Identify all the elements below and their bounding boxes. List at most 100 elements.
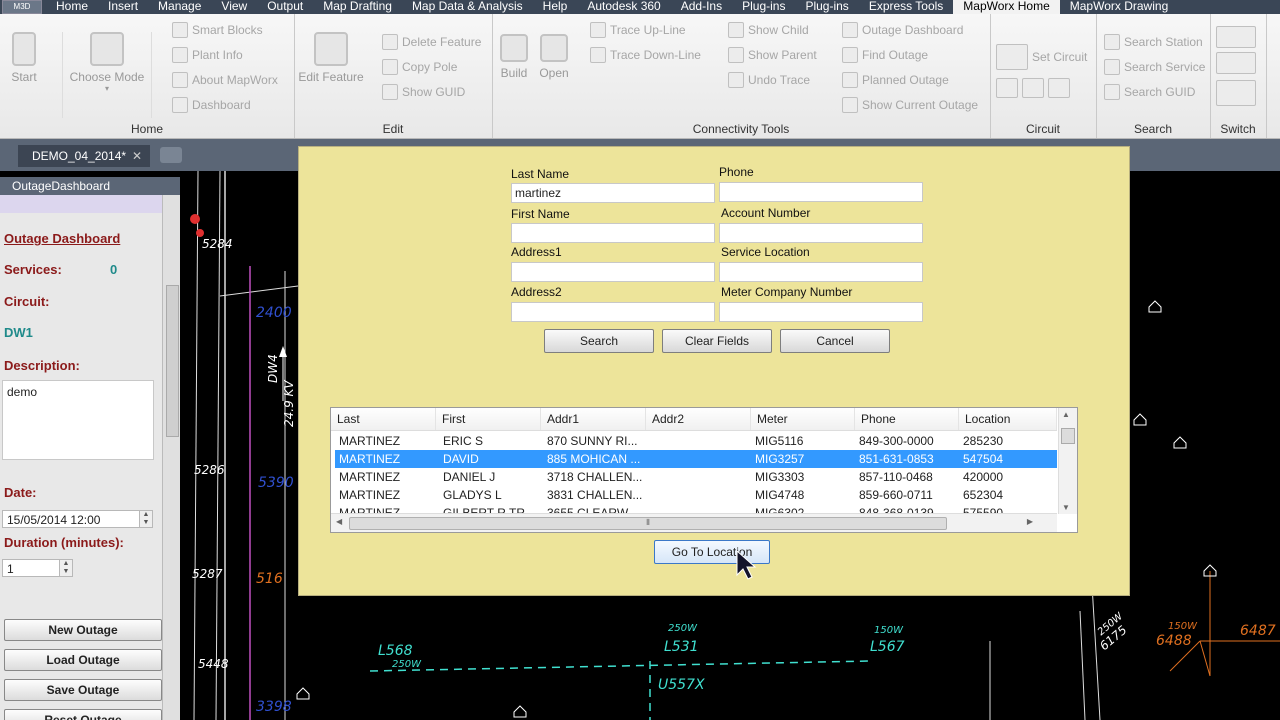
address1-label: Address1 bbox=[511, 245, 562, 259]
date-field[interactable]: 15/05/2014 12:00 bbox=[2, 510, 140, 528]
menu-help[interactable]: Help bbox=[533, 0, 578, 14]
description-label: Description: bbox=[4, 358, 80, 373]
switch-tool-3-button[interactable] bbox=[1216, 80, 1256, 106]
menu-plugins-2[interactable]: Plug-ins bbox=[795, 0, 858, 14]
menu-addins[interactable]: Add-Ins bbox=[671, 0, 732, 14]
scroll-up-icon[interactable]: ▲ bbox=[1062, 410, 1070, 419]
column-header-phone[interactable]: Phone bbox=[855, 408, 959, 430]
menu-mapworx-home[interactable]: MapWorx Home bbox=[953, 0, 1060, 14]
clear-fields-button[interactable]: Clear Fields bbox=[662, 329, 772, 353]
planned-outage-button[interactable]: Planned Outage bbox=[842, 72, 949, 88]
duration-spinner[interactable]: ▲ ▼ bbox=[59, 559, 73, 577]
duration-field[interactable]: 1 bbox=[2, 559, 60, 577]
address1-input[interactable] bbox=[511, 262, 715, 282]
circuit-tool-2-button[interactable] bbox=[1022, 78, 1044, 98]
column-header-first[interactable]: First bbox=[436, 408, 541, 430]
edit-feature-button[interactable]: Edit Feature bbox=[298, 32, 364, 84]
save-outage-button[interactable]: Save Outage bbox=[4, 679, 162, 701]
show-current-outage-button[interactable]: Show Current Outage bbox=[842, 97, 978, 113]
trace-up-button[interactable]: Trace Up-Line bbox=[590, 22, 686, 38]
last-name-input[interactable]: martinez bbox=[511, 183, 715, 203]
dashboard-button[interactable]: Dashboard bbox=[172, 97, 251, 113]
column-header-last[interactable]: Last bbox=[331, 408, 436, 430]
new-outage-button[interactable]: New Outage bbox=[4, 619, 162, 641]
scroll-left-icon[interactable]: ◀ bbox=[336, 517, 342, 526]
scroll-down-icon[interactable]: ▼ bbox=[1062, 503, 1070, 512]
show-child-button[interactable]: Show Child bbox=[728, 22, 809, 38]
menu-output[interactable]: Output bbox=[257, 0, 313, 14]
column-header-meter[interactable]: Meter bbox=[751, 408, 855, 430]
new-tab-button[interactable] bbox=[160, 147, 182, 163]
menu-insert[interactable]: Insert bbox=[98, 0, 148, 14]
reset-outage-button[interactable]: Reset Outage bbox=[4, 709, 162, 720]
first-name-input[interactable] bbox=[511, 223, 715, 243]
map-label: 5287 bbox=[192, 567, 223, 581]
cell-location: 652304 bbox=[963, 488, 1004, 502]
vertical-scroll-thumb[interactable] bbox=[1061, 428, 1075, 444]
search-button[interactable]: Search bbox=[544, 329, 654, 353]
results-horizontal-scrollbar[interactable]: ◀ ⦀ ▶ bbox=[331, 513, 1057, 532]
column-header-addr1[interactable]: Addr1 bbox=[541, 408, 646, 430]
table-row[interactable]: MARTINEZ GLADYS L 3831 CHALLEN... MIG474… bbox=[335, 486, 1057, 504]
set-circuit-button[interactable]: Set Circuit bbox=[996, 44, 1087, 70]
cancel-button[interactable]: Cancel bbox=[780, 329, 890, 353]
menu-mapworx-drawing[interactable]: MapWorx Drawing bbox=[1060, 0, 1178, 14]
show-guid-button[interactable]: Show GUID bbox=[382, 84, 465, 100]
meter-company-number-input[interactable] bbox=[719, 302, 923, 322]
open-button[interactable]: Open bbox=[536, 34, 572, 80]
search-station-button[interactable]: Search Station bbox=[1104, 34, 1203, 50]
table-row[interactable]: MARTINEZ DANIEL J 3718 CHALLEN... MIG330… bbox=[335, 468, 1057, 486]
table-row[interactable]: MARTINEZ ERIC S 870 SUNNY RI... MIG5116 … bbox=[335, 432, 1057, 450]
phone-input[interactable] bbox=[719, 182, 923, 202]
address2-input[interactable] bbox=[511, 302, 715, 322]
palette-scrollbar[interactable] bbox=[162, 195, 181, 720]
choose-mode-button[interactable]: Choose Mode ▾ bbox=[62, 32, 152, 118]
start-button[interactable]: Start bbox=[6, 32, 42, 84]
undo-trace-button[interactable]: Undo Trace bbox=[728, 72, 810, 88]
cell-addr2 bbox=[647, 486, 751, 504]
table-row-selected[interactable]: MARTINEZ DAVID 885 MOHICAN ... MIG3257 8… bbox=[335, 450, 1057, 468]
circuit-tool-1-button[interactable] bbox=[996, 78, 1018, 98]
search-guid-button[interactable]: Search GUID bbox=[1104, 84, 1195, 100]
copy-pole-button[interactable]: Copy Pole bbox=[382, 59, 457, 75]
trace-down-button[interactable]: Trace Down-Line bbox=[590, 47, 701, 63]
column-header-location[interactable]: Location bbox=[959, 408, 1057, 430]
build-button[interactable]: Build bbox=[496, 34, 532, 80]
cell-addr2 bbox=[647, 468, 751, 486]
ribbon-group-edit-title: Edit bbox=[382, 122, 404, 136]
menu-map-drafting[interactable]: Map Drafting bbox=[313, 0, 402, 14]
menu-view[interactable]: View bbox=[211, 0, 257, 14]
menu-map-data[interactable]: Map Data & Analysis bbox=[402, 0, 533, 14]
document-tab[interactable]: DEMO_04_2014* ✕ bbox=[18, 145, 150, 167]
column-header-addr2[interactable]: Addr2 bbox=[646, 408, 751, 430]
menu-express-tools[interactable]: Express Tools bbox=[859, 0, 953, 14]
show-parent-button[interactable]: Show Parent bbox=[728, 47, 817, 63]
about-button[interactable]: About MapWorx bbox=[172, 72, 278, 88]
delete-feature-button[interactable]: Delete Feature bbox=[382, 34, 481, 50]
search-service-button[interactable]: Search Service bbox=[1104, 59, 1205, 75]
circuit-tool-3-button[interactable] bbox=[1048, 78, 1070, 98]
menu-plugins-1[interactable]: Plug-ins bbox=[732, 0, 795, 14]
load-outage-button[interactable]: Load Outage bbox=[4, 649, 162, 671]
horizontal-scroll-thumb[interactable]: ⦀ bbox=[349, 517, 947, 530]
menu-autodesk360[interactable]: Autodesk 360 bbox=[577, 0, 670, 14]
outage-dashboard-button[interactable]: Outage Dashboard bbox=[842, 22, 963, 38]
menu-manage[interactable]: Manage bbox=[148, 0, 211, 14]
switch-tool-2-button[interactable] bbox=[1216, 52, 1256, 74]
smart-blocks-button[interactable]: Smart Blocks bbox=[172, 22, 263, 38]
palette-scroll-thumb[interactable] bbox=[166, 285, 179, 437]
cell-phone: 849-300-0000 bbox=[859, 434, 934, 448]
close-tab-icon[interactable]: ✕ bbox=[132, 145, 142, 167]
description-field[interactable]: demo bbox=[2, 380, 154, 460]
menu-home[interactable]: Home bbox=[46, 0, 98, 14]
app-logo[interactable]: M3D bbox=[2, 0, 42, 14]
wrench-icon bbox=[90, 32, 124, 66]
service-location-input[interactable] bbox=[719, 262, 923, 282]
find-outage-button[interactable]: Find Outage bbox=[842, 47, 928, 63]
date-spinner[interactable]: ▲ ▼ bbox=[139, 510, 153, 528]
scroll-right-icon[interactable]: ▶ bbox=[1027, 517, 1033, 526]
plant-info-button[interactable]: Plant Info bbox=[172, 47, 243, 63]
account-number-input[interactable] bbox=[719, 223, 923, 243]
results-vertical-scrollbar[interactable]: ▲ ▼ bbox=[1058, 408, 1077, 514]
switch-tool-1-button[interactable] bbox=[1216, 26, 1256, 48]
